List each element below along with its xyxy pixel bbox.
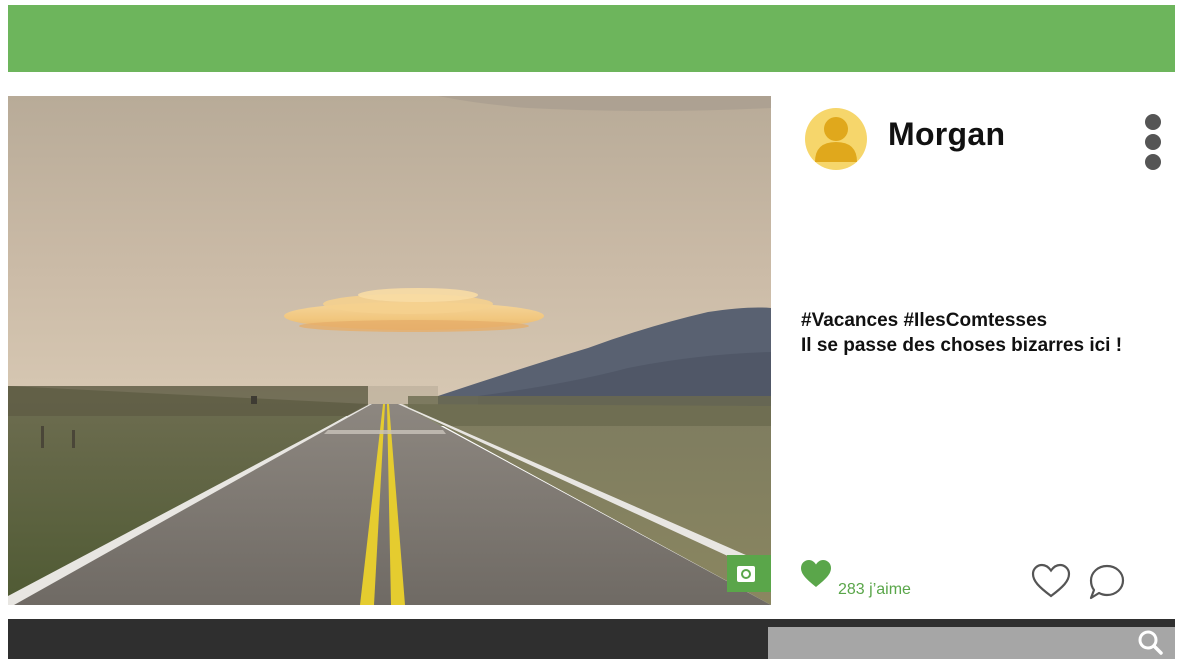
comment-button[interactable]	[1088, 563, 1126, 601]
camera-icon	[737, 565, 755, 582]
caption-text: Il se passe des choses bizarres ici !	[801, 335, 1123, 356]
search-input[interactable]	[768, 627, 1175, 659]
post-photo[interactable]	[8, 96, 771, 605]
top-bar	[8, 5, 1175, 72]
post-photo-image	[8, 96, 771, 605]
comment-bubble-icon	[1089, 564, 1125, 600]
search-icon	[1138, 630, 1163, 655]
caption-hashtags: #Vacances #IlesComtesses	[801, 310, 1048, 331]
search-button[interactable]	[1136, 628, 1164, 656]
more-vertical-icon	[1145, 114, 1161, 170]
camera-badge[interactable]	[727, 555, 771, 592]
likes-count: 283 j’aime	[838, 581, 911, 598]
more-options-button[interactable]	[1140, 114, 1166, 174]
user-avatar-icon	[815, 117, 857, 162]
heart-filled-icon	[800, 559, 832, 589]
avatar[interactable]	[805, 108, 867, 170]
post-caption: #Vacances #IlesComtesses Il se passe des…	[801, 308, 1173, 358]
like-button[interactable]	[1031, 563, 1071, 599]
author-name[interactable]: Morgan	[888, 116, 1005, 153]
heart-outline-icon	[1031, 563, 1071, 598]
